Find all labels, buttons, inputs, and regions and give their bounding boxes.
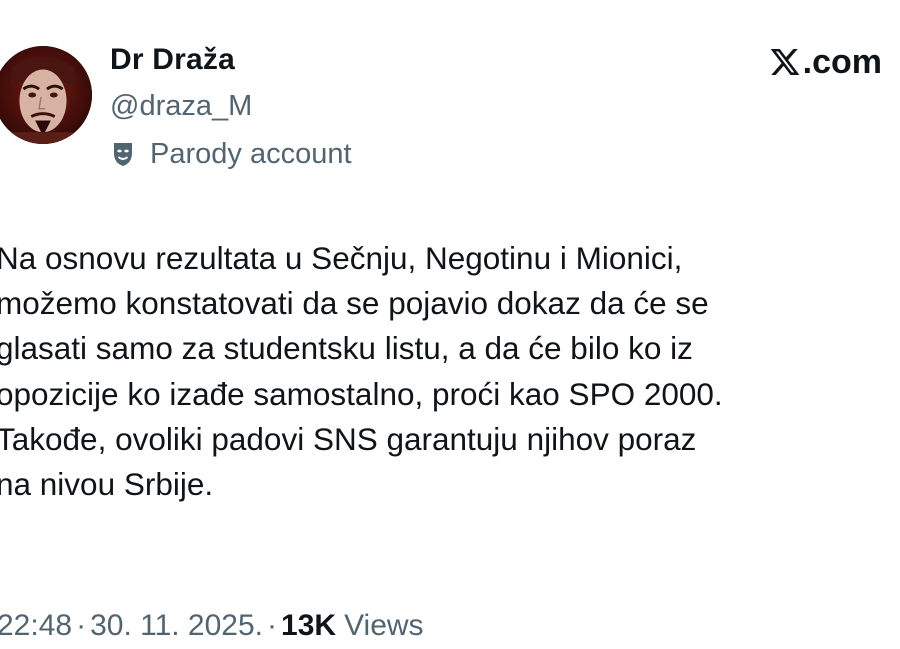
- theater-mask-icon: [114, 143, 132, 166]
- separator-dot: ·: [76, 609, 87, 642]
- x-logo-icon: [770, 49, 800, 75]
- tweet-line: glasati samo za studentsku listu, a da ć…: [0, 330, 693, 367]
- avatar[interactable]: [0, 46, 92, 144]
- tweet-line: možemo konstatovati da se pojavio dokaz …: [0, 285, 709, 322]
- parody-label-row: Parody account: [112, 135, 352, 173]
- tweet-line: opozicije ko izađe samostalno, proći kao…: [0, 375, 723, 412]
- tweet-text: Na osnovu rezultata u Sečnju, Negotinu i…: [0, 236, 900, 507]
- parody-label: Parody account: [150, 138, 352, 170]
- avatar-image: [0, 46, 92, 144]
- tweet-line: na nivou Srbije.: [0, 466, 214, 503]
- brand-domain: .com: [802, 43, 882, 81]
- views-count[interactable]: 13K: [281, 604, 336, 648]
- tweet-date[interactable]: 30. 11. 2025.: [90, 604, 263, 648]
- views-label: Views: [344, 609, 424, 642]
- tweet-line: Takođe, ovoliki padovi SNS garantuju nji…: [0, 420, 697, 457]
- user-handle[interactable]: @draza_M: [110, 87, 252, 125]
- tweet-meta: 22:48 · 30. 11. 2025. · 13K Views: [0, 604, 424, 648]
- display-name[interactable]: Dr Draža: [110, 40, 235, 80]
- brand-mark: .com: [769, 40, 882, 84]
- separator-dot: ·: [267, 609, 278, 642]
- tweet-time[interactable]: 22:48: [0, 604, 72, 648]
- tweet-line: Na osnovu rezultata u Sečnju, Negotinu i…: [0, 240, 683, 276]
